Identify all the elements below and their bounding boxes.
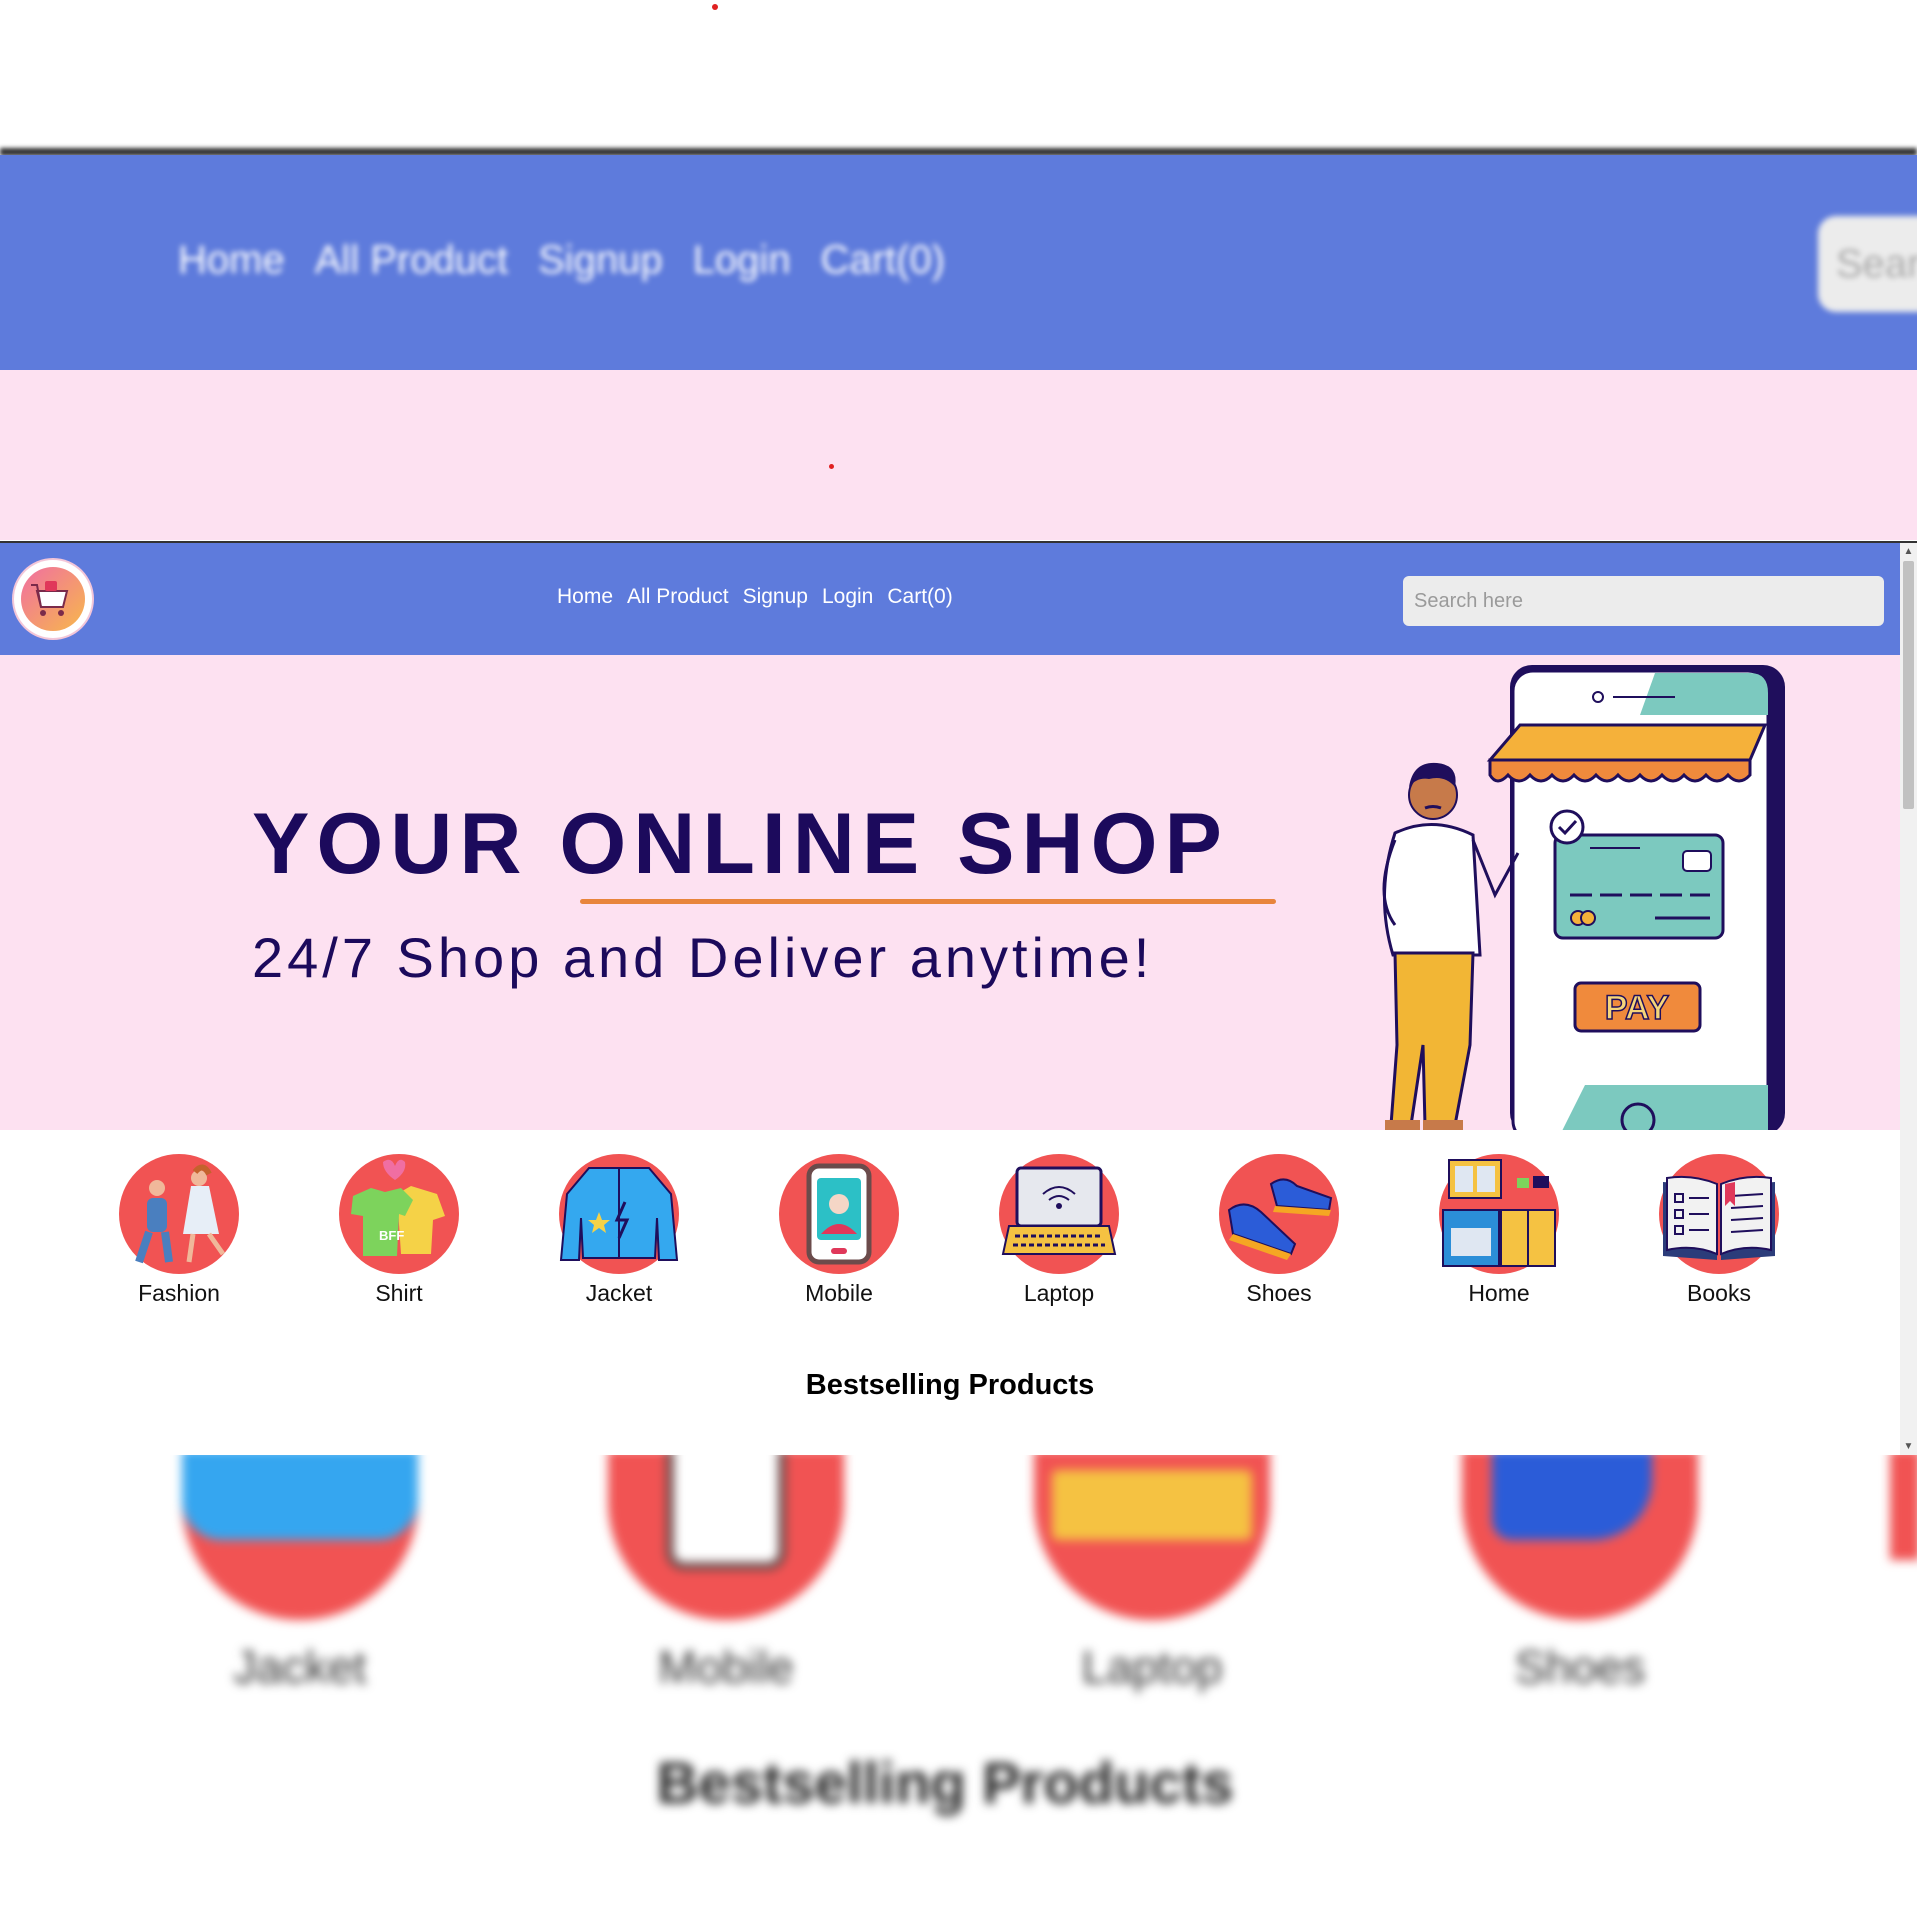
vertical-scrollbar[interactable]: ▲ ▼ bbox=[1900, 543, 1917, 1455]
open-book-icon bbox=[1659, 1154, 1779, 1274]
mobile-phone-icon bbox=[779, 1154, 899, 1274]
shop-phone-illustration-icon: PAY bbox=[1382, 665, 1785, 1130]
background-hero bbox=[0, 370, 1917, 540]
background-category-jacket: Jacket bbox=[180, 1450, 420, 1694]
background-bottom-blurred: Jacket Mobile Laptop Shoes Bestselling P… bbox=[0, 1450, 1917, 1917]
hero-banner: YOUR ONLINE SHOP 24/7 Shop and Deliver a… bbox=[0, 655, 1900, 1130]
category-books[interactable]: Books bbox=[1619, 1154, 1819, 1307]
home-appliances-icon bbox=[1439, 1154, 1559, 1274]
background-nav-link: Home bbox=[178, 238, 285, 282]
category-label: Laptop bbox=[1023, 1280, 1095, 1306]
category-label: Jacket bbox=[585, 1280, 653, 1306]
background-category-shoes: Shoes bbox=[1460, 1450, 1700, 1694]
pay-button-label: PAY bbox=[1605, 989, 1670, 1027]
category-jacket[interactable]: Jacket bbox=[519, 1154, 719, 1307]
section-title-bestselling: Bestselling Products bbox=[805, 1369, 1095, 1401]
category-label: Mobile bbox=[805, 1280, 873, 1306]
background-category-partial bbox=[1890, 1450, 1917, 1560]
nav-link-login[interactable]: Login bbox=[822, 585, 873, 609]
logo[interactable] bbox=[14, 560, 92, 638]
scroll-down-arrow-icon[interactable]: ▼ bbox=[1900, 1438, 1917, 1455]
red-dot bbox=[829, 464, 834, 469]
nav-link-signup[interactable]: Signup bbox=[743, 585, 808, 609]
search-input[interactable] bbox=[1403, 576, 1884, 626]
hero-title: YOUR ONLINE SHOP bbox=[252, 796, 1229, 892]
jacket-icon bbox=[559, 1154, 679, 1274]
background-nav-link: Login bbox=[692, 238, 791, 282]
browser-window: Home All Product Signup Login Cart(0) YO… bbox=[0, 541, 1917, 1455]
background-top-blurred: Home All Product Signup Login Cart(0) Se… bbox=[0, 0, 1917, 540]
category-label: Shoes bbox=[1246, 1280, 1312, 1306]
category-shoes[interactable]: Shoes bbox=[1179, 1154, 1379, 1307]
category-shirt[interactable]: BFF Shirt bbox=[299, 1154, 499, 1307]
scrollbar-thumb[interactable] bbox=[1903, 561, 1914, 809]
background-category-laptop: Laptop bbox=[1032, 1450, 1272, 1694]
category-list: Fashion BFF Shirt Jacket Mobile Laptop S… bbox=[0, 1154, 1900, 1324]
category-label: Shirt bbox=[375, 1280, 423, 1306]
laptop-icon bbox=[999, 1154, 1119, 1274]
shopping-cart-logo-icon bbox=[21, 567, 85, 631]
category-label: Home bbox=[1468, 1280, 1530, 1306]
background-nav-link: Cart(0) bbox=[820, 238, 946, 282]
nav-link-home[interactable]: Home bbox=[557, 585, 613, 609]
background-category-mobile: Mobile bbox=[606, 1450, 846, 1694]
hero-underline bbox=[580, 899, 1276, 904]
tshirt-icon: BFF bbox=[339, 1154, 459, 1274]
nav-link-cart[interactable]: Cart(0) bbox=[887, 585, 952, 609]
category-label: Books bbox=[1687, 1280, 1751, 1306]
nav-link-all-product[interactable]: All Product bbox=[627, 585, 729, 609]
background-search: Sear bbox=[1818, 216, 1917, 312]
couple-fashion-icon bbox=[119, 1154, 239, 1274]
category-home[interactable]: Home bbox=[1399, 1154, 1599, 1307]
shoes-icon bbox=[1219, 1154, 1339, 1274]
category-laptop[interactable]: Laptop bbox=[959, 1154, 1159, 1307]
category-mobile[interactable]: Mobile bbox=[739, 1154, 939, 1307]
navbar: Home All Product Signup Login Cart(0) bbox=[0, 543, 1900, 655]
scroll-up-arrow-icon[interactable]: ▲ bbox=[1900, 543, 1917, 560]
hero-subtitle: 24/7 Shop and Deliver anytime! bbox=[252, 926, 1154, 989]
category-fashion[interactable]: Fashion bbox=[79, 1154, 279, 1307]
nav-links: Home All Product Signup Login Cart(0) bbox=[557, 585, 953, 609]
background-nav-link: Signup bbox=[538, 238, 663, 282]
background-nav-links: Home All Product Signup Login Cart(0) bbox=[178, 238, 945, 283]
category-label: Fashion bbox=[138, 1280, 220, 1306]
red-dot bbox=[712, 4, 718, 10]
svg-text:BFF: BFF bbox=[379, 1228, 404, 1243]
background-section-title: Bestselling Products bbox=[656, 1751, 1234, 1816]
background-nav-link: All Product bbox=[314, 238, 509, 282]
